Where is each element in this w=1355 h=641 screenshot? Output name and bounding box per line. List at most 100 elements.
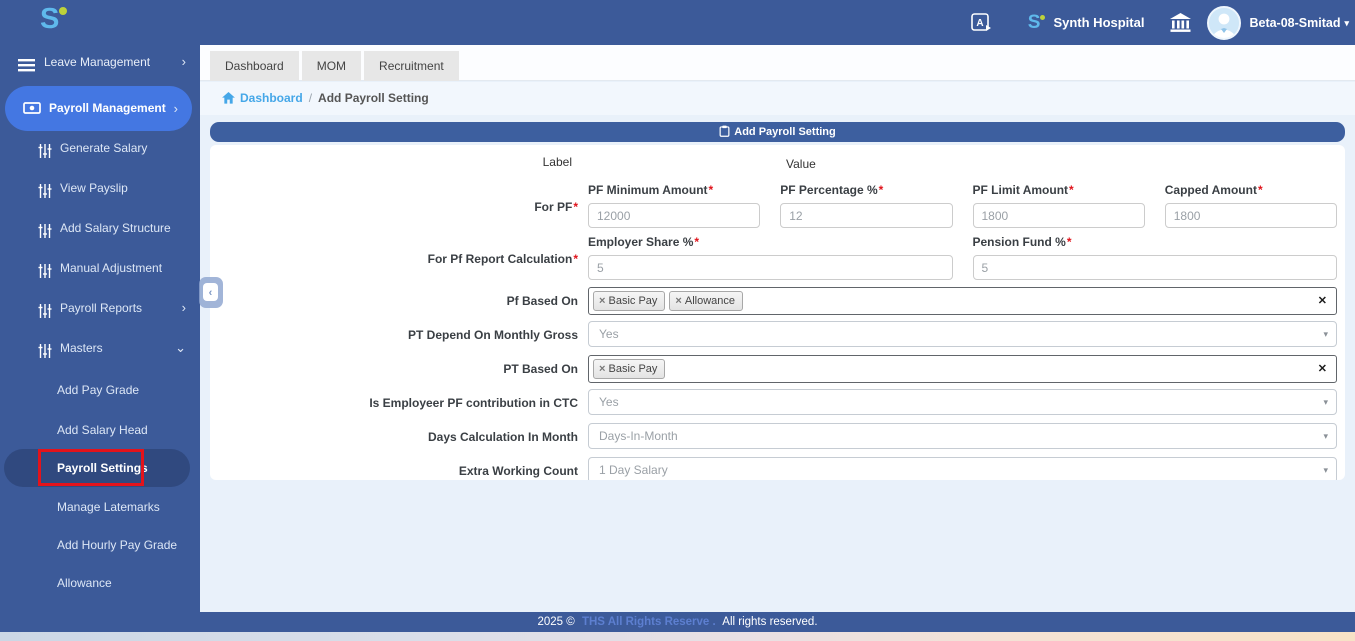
sliders-icon [38,260,52,276]
pt-based-on-multiselect[interactable]: Basic Pay [588,355,1337,383]
chevron-right-icon [174,86,178,131]
sidebar-item-payroll-reports[interactable]: Payroll Reports [0,293,200,323]
user-avatar[interactable] [1207,6,1241,40]
tab-recruitment[interactable]: Recruitment [364,51,459,81]
sidebar-item-allowance[interactable]: Allowance [0,568,200,598]
pf-based-on-multiselect[interactable]: Basic PayAllowance [588,287,1337,315]
row-label: Extra Working Count [210,457,588,480]
sidebar-nav: Leave Management Payroll Management Gene… [0,45,200,612]
sidebar-collapse-toggle[interactable] [199,277,223,308]
footer-brand-link[interactable]: THS All Rights Reserve . [582,616,716,628]
form-row-employer-pf-in-ctc: Is Employeer PF contribution in CTC Yes [210,389,1345,417]
sidebar-item-view-payslip[interactable]: View Payslip [0,173,200,203]
employer-pf-in-ctc-select[interactable]: Yes [588,389,1337,415]
user-menu[interactable]: Beta-08-Smitad [1249,16,1349,30]
sliders-icon [38,140,52,156]
capped-amount-input[interactable] [1165,203,1337,228]
app-logo[interactable]: S [40,3,67,36]
sidebar-item-label: Add Pay Grade [57,375,139,405]
menu-icon [18,54,35,70]
institution-icon[interactable] [1168,12,1193,34]
pt-depend-monthly-gross-select[interactable]: Yes [588,321,1337,347]
row-label: PT Based On [210,355,588,383]
required-asterisk: * [1069,183,1074,197]
field-pf-percentage: PF Percentage %* [780,183,952,228]
sidebar-item-label: Manual Adjustment [60,253,162,283]
sidebar-item-add-hourly-pay-grade[interactable]: Add Hourly Pay Grade [0,530,200,560]
topbar-actions: A S Synth Hospital [969,0,1349,45]
pf-limit-amount-input[interactable] [973,203,1145,228]
hospital-name: Synth Hospital [1053,15,1144,30]
tab-dashboard[interactable]: Dashboard [210,51,299,81]
column-header-label: Label [210,155,588,173]
svg-text:A: A [976,18,983,29]
form-row-pt-depend-monthly-gross: PT Depend On Monthly Gross Yes [210,321,1345,349]
sidebar-item-label: Add Salary Head [57,415,148,445]
days-calculation-select[interactable]: Days-In-Month [588,423,1337,449]
footer: 2025 © THS All Rights Reserve . All righ… [0,612,1355,632]
sidebar-item-add-salary-structure[interactable]: Add Salary Structure [0,213,200,243]
sidebar-item-generate-salary[interactable]: Generate Salary [0,133,200,163]
required-asterisk: * [573,200,578,214]
tab-mom[interactable]: MOM [302,51,361,81]
banknote-icon [23,101,40,117]
clipboard-icon [719,125,730,137]
employer-share-input[interactable] [588,255,953,280]
row-label: For Pf Report Calculation [428,252,573,266]
hospital-logo-icon[interactable]: S [1028,12,1046,34]
tab-bar: DashboardMOMRecruitment [200,45,1355,81]
sidebar-item-add-pay-grade[interactable]: Add Pay Grade [0,375,200,405]
sidebar-item-label: Generate Salary [60,133,147,163]
field-pension-fund: Pension Fund %* [973,235,1338,280]
breadcrumb-current: Add Payroll Setting [318,91,429,105]
translate-icon[interactable]: A [969,10,994,35]
panel-title: Add Payroll Setting [734,126,835,138]
required-asterisk: * [1067,235,1072,249]
sidebar-item-add-salary-head[interactable]: Add Salary Head [0,415,200,445]
breadcrumb-separator: / [309,91,312,105]
form-row-pf-report-calculation: For Pf Report Calculation* Employer Shar… [210,235,1345,280]
sidebar-item-payroll-management[interactable]: Payroll Management [5,86,192,131]
sidebar-item-masters[interactable]: Masters [0,333,200,363]
breadcrumb: Dashboard / Add Payroll Setting [222,82,429,115]
field-pf-minimum-amount: PF Minimum Amount* [588,183,760,228]
form-card: Label Value For PF* PF Minimum Amount* P… [210,145,1345,480]
sidebar-item-label: Add Hourly Pay Grade [57,530,177,560]
sidebar-item-label: Add Salary Structure [60,213,171,243]
sidebar-item-label: Payroll Settings [57,453,148,483]
sidebar-item-payroll-settings[interactable]: Payroll Settings [0,453,200,483]
logo-letter: S [40,3,58,35]
sidebar-item-manage-latemarks[interactable]: Manage Latemarks [0,492,200,522]
footer-rights: All rights reserved. [722,616,817,628]
sidebar-item-label: Payroll Reports [60,293,142,323]
top-bar: S A S Synth Hospital [0,0,1355,45]
footer-year: 2025 © [537,616,574,628]
row-label: Days Calculation In Month [210,423,588,451]
tag-allowance[interactable]: Allowance [669,291,743,311]
sidebar-item-leave-management[interactable]: Leave Management [0,47,200,77]
sliders-icon [38,220,52,236]
sidebar-item-manual-adjustment[interactable]: Manual Adjustment [0,253,200,283]
column-header-value: Value [786,157,816,171]
add-payroll-setting-panel: Add Payroll Setting Label Value For PF* … [210,122,1345,480]
required-asterisk: * [1258,183,1263,197]
row-label: Is Employeer PF contribution in CTC [210,389,588,417]
clear-icon[interactable] [1318,362,1327,375]
tag-basic-pay[interactable]: Basic Pay [593,359,665,379]
column-header-row: Label Value [210,155,1345,173]
tag-basic-pay[interactable]: Basic Pay [593,291,665,311]
pf-percentage-input[interactable] [780,203,952,228]
row-label: PT Depend On Monthly Gross [210,321,588,349]
pension-fund-input[interactable] [973,255,1338,280]
sidebar-item-label: Masters [60,333,103,363]
form-row-days-calculation: Days Calculation In Month Days-In-Month [210,423,1345,451]
sliders-icon [38,300,52,316]
field-pf-limit-amount: PF Limit Amount* [973,183,1145,228]
pf-minimum-amount-input[interactable] [588,203,760,228]
breadcrumb-dashboard-link[interactable]: Dashboard [222,91,303,105]
required-asterisk: * [573,252,578,266]
extra-working-count-select[interactable]: 1 Day Salary [588,457,1337,480]
clear-icon[interactable] [1318,294,1327,307]
sidebar-item-label: View Payslip [60,173,128,203]
panel-header: Add Payroll Setting [210,122,1345,142]
